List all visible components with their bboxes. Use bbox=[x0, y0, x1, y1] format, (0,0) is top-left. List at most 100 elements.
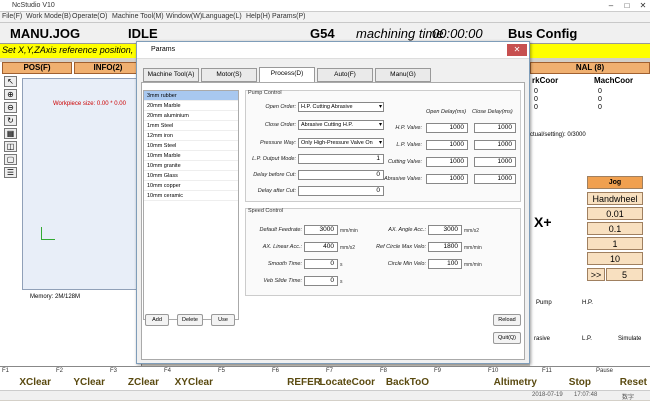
circle-min-field[interactable]: 100 bbox=[428, 259, 462, 269]
list-item[interactable]: 10mm granite bbox=[144, 161, 238, 171]
ref-circle-field[interactable]: 1800 bbox=[428, 242, 462, 252]
fkey-f7[interactable]: F7 LocateCoor bbox=[319, 367, 378, 391]
default-feedrate-field[interactable]: 3000 bbox=[304, 225, 338, 235]
jog-step-01[interactable]: 0.1 bbox=[587, 222, 643, 235]
smooth-time-field[interactable]: 0 bbox=[304, 259, 338, 269]
fkey-f9[interactable]: F9 bbox=[432, 367, 486, 391]
fkey-f11[interactable]: F11 Stop bbox=[540, 367, 594, 391]
hp-valve-open[interactable]: 1000 bbox=[426, 123, 468, 133]
close-order-select[interactable]: Abrasive Cutting H.P. bbox=[298, 120, 384, 130]
abrasive-valve-close[interactable]: 1000 bbox=[474, 174, 516, 184]
menu-help[interactable]: Help(H) bbox=[246, 13, 270, 20]
dialog-close-button[interactable]: ✕ bbox=[507, 44, 527, 56]
list-item[interactable]: 20mm Marble bbox=[144, 101, 238, 111]
view-icon[interactable]: ◫ bbox=[4, 141, 17, 152]
circle-min-unit: mm/min bbox=[464, 262, 482, 268]
abrasive-button[interactable]: rasive bbox=[534, 336, 550, 342]
fkey-pause[interactable]: Pause Reset bbox=[594, 367, 650, 391]
fkey-label: F1 bbox=[2, 368, 10, 374]
maximize-button[interactable]: □ bbox=[620, 1, 634, 11]
tab-nal[interactable]: NAL (8) bbox=[530, 62, 650, 74]
list-item[interactable]: 10mm copper bbox=[144, 181, 238, 191]
menu-machine-tool[interactable]: Machine Tool(M) bbox=[112, 13, 164, 20]
menu-window[interactable]: Window(W) bbox=[166, 13, 202, 20]
tab-pos[interactable]: POS(F) bbox=[2, 62, 72, 74]
reload-button[interactable]: Reload bbox=[493, 314, 521, 326]
pump-button[interactable]: Pump bbox=[536, 300, 552, 306]
lp-button[interactable]: L.P. bbox=[582, 336, 592, 342]
fkey-label: F5 bbox=[218, 368, 226, 374]
add-button[interactable]: Add bbox=[145, 314, 169, 326]
tab-info[interactable]: INFO(2) bbox=[74, 62, 142, 74]
abrasive-valve-open[interactable]: 1000 bbox=[426, 174, 468, 184]
fkey-f3[interactable]: F3 ZClear bbox=[108, 367, 162, 391]
delay-before-field[interactable]: 0 bbox=[298, 170, 384, 180]
hp-valve-close[interactable]: 1000 bbox=[474, 123, 516, 133]
list-item[interactable]: 12mm iron bbox=[144, 131, 238, 141]
jog-mode-button[interactable]: Handwheel bbox=[587, 192, 643, 205]
status-time: 17:07:48 bbox=[574, 392, 598, 398]
tab-process[interactable]: Process(D) bbox=[259, 67, 315, 83]
ax-linear-field[interactable]: 400 bbox=[304, 242, 338, 252]
hp-button[interactable]: H.P. bbox=[582, 300, 593, 306]
tab-machine-tool[interactable]: Machine Tool(A) bbox=[143, 68, 199, 82]
fkey-action: XYClear bbox=[174, 377, 213, 388]
fkey-f2[interactable]: F2 YClear bbox=[54, 367, 108, 391]
grid-icon[interactable]: ▦ bbox=[4, 128, 17, 139]
jog-speed[interactable]: 5 bbox=[606, 268, 643, 281]
delay-after-field[interactable]: 0 bbox=[298, 186, 384, 196]
tab-manu[interactable]: Manu(G) bbox=[375, 68, 431, 82]
tab-motor[interactable]: Motor(S) bbox=[201, 68, 257, 82]
menu-language[interactable]: Language(L) bbox=[202, 13, 242, 20]
preview-viewport[interactable]: Workpiece size: 0.00 * 0.00 bbox=[22, 78, 142, 290]
jog-step-001[interactable]: 0.01 bbox=[587, 207, 643, 220]
menu-work-mode[interactable]: Work Mode(B) bbox=[26, 13, 71, 20]
tab-auto[interactable]: Auto(F) bbox=[317, 68, 373, 82]
material-list[interactable]: 3mm rubber 20mm Marble 20mm aluminium 1m… bbox=[143, 90, 239, 320]
lp-output-field[interactable]: 1 bbox=[298, 154, 384, 164]
fkey-f6[interactable]: F6 REFER bbox=[270, 367, 324, 391]
quit-button[interactable]: Quit(Q) bbox=[493, 332, 521, 344]
delete-button[interactable]: Delete bbox=[177, 314, 203, 326]
cutting-valve-open[interactable]: 1000 bbox=[426, 157, 468, 167]
menu-operate[interactable]: Operate(O) bbox=[72, 13, 107, 20]
list-item[interactable]: 10mm Glass bbox=[144, 171, 238, 181]
lp-valve-open[interactable]: 1000 bbox=[426, 140, 468, 150]
open-order-select[interactable]: H.P. Cutting Abrasive bbox=[298, 102, 384, 112]
list-item[interactable]: 10mm Marble bbox=[144, 151, 238, 161]
list-item[interactable]: 20mm aluminium bbox=[144, 111, 238, 121]
jog-step-10[interactable]: 10 bbox=[587, 252, 643, 265]
fkey-f5[interactable]: F5 bbox=[216, 367, 270, 391]
use-button[interactable]: Use bbox=[211, 314, 235, 326]
menu-params[interactable]: Params(P) bbox=[272, 13, 305, 20]
layers-icon[interactable]: ☰ bbox=[4, 167, 17, 178]
fkey-f4[interactable]: F4 XYClear bbox=[162, 367, 216, 391]
lp-valve-close[interactable]: 1000 bbox=[474, 140, 516, 150]
close-window-button[interactable]: ✕ bbox=[636, 1, 650, 11]
fkey-f1[interactable]: F1 XClear bbox=[0, 367, 54, 391]
list-item[interactable]: 3mm rubber bbox=[144, 91, 238, 101]
open-order-label: Open Order: bbox=[265, 104, 296, 110]
zoom-out-icon[interactable]: ⊖ bbox=[4, 102, 17, 113]
veb-slide-field[interactable]: 0 bbox=[304, 276, 338, 286]
fkey-action: BackToO bbox=[385, 377, 429, 388]
jog-speed-prefix[interactable]: >> bbox=[587, 268, 605, 281]
cutting-valve-close[interactable]: 1000 bbox=[474, 157, 516, 167]
menu-file[interactable]: File(F) bbox=[2, 13, 22, 20]
list-item[interactable]: 1mm Steel bbox=[144, 121, 238, 131]
rotate-icon[interactable]: ↻ bbox=[4, 115, 17, 126]
x-plus-button[interactable]: X+ bbox=[534, 214, 552, 230]
fkey-f8[interactable]: F8 BackToO bbox=[378, 367, 432, 391]
jog-step-1[interactable]: 1 bbox=[587, 237, 643, 250]
zoom-in-icon[interactable]: ⊕ bbox=[4, 89, 17, 100]
list-item[interactable]: 10mm ceramic bbox=[144, 191, 238, 201]
simulate-button[interactable]: Simulate bbox=[618, 336, 641, 342]
list-item[interactable]: 10mm Steel bbox=[144, 141, 238, 151]
fkey-label: F8 bbox=[380, 368, 388, 374]
pressure-way-select[interactable]: Only High-Pressure Valve On bbox=[298, 138, 384, 148]
fit-icon[interactable]: ▢ bbox=[4, 154, 17, 165]
minimize-button[interactable]: – bbox=[604, 1, 618, 11]
ax-angle-field[interactable]: 3000 bbox=[428, 225, 462, 235]
arrow-icon[interactable]: ↖ bbox=[4, 76, 17, 87]
fkey-f10[interactable]: F10 Altimetry bbox=[486, 367, 540, 391]
